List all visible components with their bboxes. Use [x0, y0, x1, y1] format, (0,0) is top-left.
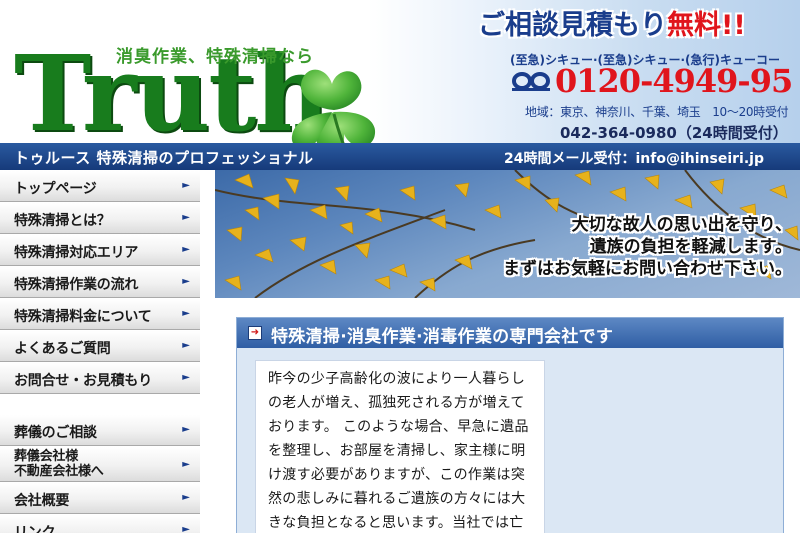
nav-item-about[interactable]: 特殊清掃とは？ ► [0, 202, 200, 234]
hero-line-3: まずはお気軽にお問い合わせ下さい。 [503, 259, 792, 279]
mail-contact[interactable]: 24時間メール受付：info@ihinseiri.jp [504, 148, 764, 168]
intro-panel: 昨今の少子高齢化の波により一人暮らしの老人が増え、孤独死される方が増えております… [255, 360, 545, 533]
nav-spacer [0, 394, 200, 414]
nav-item-funeral[interactable]: 葬儀のご相談 ► [0, 414, 200, 446]
arrow-right-icon: ► [182, 340, 190, 351]
intro-text: 昨今の少子高齢化の波により一人暮らしの老人が増え、孤独死される方が増えております… [268, 371, 529, 531]
arrow-right-icon: ► [182, 492, 190, 503]
cta-title-main: ご相談見積もり [478, 10, 667, 41]
nav-group-secondary: 葬儀のご相談 ► 葬儀会社様 不動産会社様へ ► 会社概要 ► リンク ► [0, 414, 200, 533]
hero-message: 大切な故人の思い出を守り、 遺族の負担を軽減します。 まずはお気軽にお問い合わせ… [372, 214, 792, 280]
sidebar-nav: トップページ ► 特殊清掃とは？ ► 特殊清掃対応エリア ► 特殊清掃作業の流れ… [0, 170, 200, 533]
nav-item-label: 葬儀のご相談 [14, 425, 97, 441]
nav-item-label: 特殊清掃料金について [14, 309, 152, 325]
nav-item-area[interactable]: 特殊清掃対応エリア ► [0, 234, 200, 266]
nav-item-label: リンク [14, 525, 56, 533]
nav-item-flow[interactable]: 特殊清掃作業の流れ ► [0, 266, 200, 298]
arrow-right-icon: ► [182, 524, 190, 533]
hero-line-1: 大切な故人の思い出を守り、 [571, 215, 792, 235]
hero-banner: 大切な故人の思い出を守り、 遺族の負担を軽減します。 まずはお気軽にお問い合わせ… [215, 170, 800, 298]
hero-line-2: 遺族の負担を軽減します。 [589, 237, 792, 257]
arrow-right-icon: ► [182, 424, 190, 435]
nav-item-top[interactable]: トップページ ► [0, 170, 200, 202]
nav-item-label: 特殊清掃とは？ [14, 213, 111, 229]
section-heading: ➜ 特殊清掃·消臭作業·消毒作業の専門会社です [237, 318, 783, 348]
cta-title-free: 無料!! [667, 10, 746, 41]
nav-item-label: トップページ [14, 181, 97, 197]
freedial-icon [512, 72, 550, 91]
service-area: 地域：東京、神奈川、千葉、埼玉 10～20時受付 [525, 105, 789, 119]
arrow-right-icon: ► [182, 244, 190, 255]
site-header: Truth 消臭作業、特殊清掃なら ご相談見積もり無料!! (至急)シキュー·(… [0, 0, 800, 170]
arrow-right-icon: ➜ [248, 326, 262, 340]
nav-item-pricing[interactable]: 特殊清掃料金について ► [0, 298, 200, 330]
arrow-right-icon: ► [182, 308, 190, 319]
header-bar: トゥルース 特殊清掃のプロフェッショナル 24時間メール受付：info@ihin… [0, 143, 800, 170]
site-logo[interactable]: Truth 消臭作業、特殊清掃なら [10, 38, 380, 165]
nav-item-label: 特殊清掃対応エリア [14, 245, 139, 261]
cta-title: ご相談見積もり無料!! [478, 3, 746, 42]
nav-item-label: よくあるご質問 [14, 341, 111, 357]
site-subtitle: トゥルース 特殊清掃のプロフェッショナル [14, 149, 314, 167]
nav-item-label: 葬儀会社様 不動産会社様へ [14, 449, 104, 479]
nav-item-faq[interactable]: よくあるご質問 ► [0, 330, 200, 362]
nav-item-label: お問合せ・お見積もり [14, 373, 152, 389]
arrow-right-icon: ► [182, 212, 190, 223]
arrow-right-icon: ► [182, 276, 190, 287]
main-section: ➜ 特殊清掃·消臭作業·消毒作業の専門会社です 昨今の少子高齢化の波により一人暮… [236, 317, 784, 533]
freedial-number[interactable]: 0120-4949-95 [555, 62, 793, 100]
phone-number[interactable]: 042-364-0980（24時間受付） [560, 122, 788, 143]
nav-item-label: 特殊清掃作業の流れ [14, 277, 139, 293]
nav-item-partners[interactable]: 葬儀会社様 不動産会社様へ ► [0, 446, 200, 482]
nav-item-links[interactable]: リンク ► [0, 514, 200, 533]
arrow-right-icon: ► [182, 180, 190, 191]
arrow-right-icon: ► [182, 372, 190, 383]
arrow-right-icon: ► [182, 459, 190, 470]
nav-item-company[interactable]: 会社概要 ► [0, 482, 200, 514]
nav-item-label: 会社概要 [14, 493, 70, 509]
nav-group-primary: トップページ ► 特殊清掃とは？ ► 特殊清掃対応エリア ► 特殊清掃作業の流れ… [0, 170, 200, 394]
nav-item-contact[interactable]: お問合せ・お見積もり ► [0, 362, 200, 394]
section-title: 特殊清掃·消臭作業·消毒作業の専門会社です [271, 327, 614, 347]
